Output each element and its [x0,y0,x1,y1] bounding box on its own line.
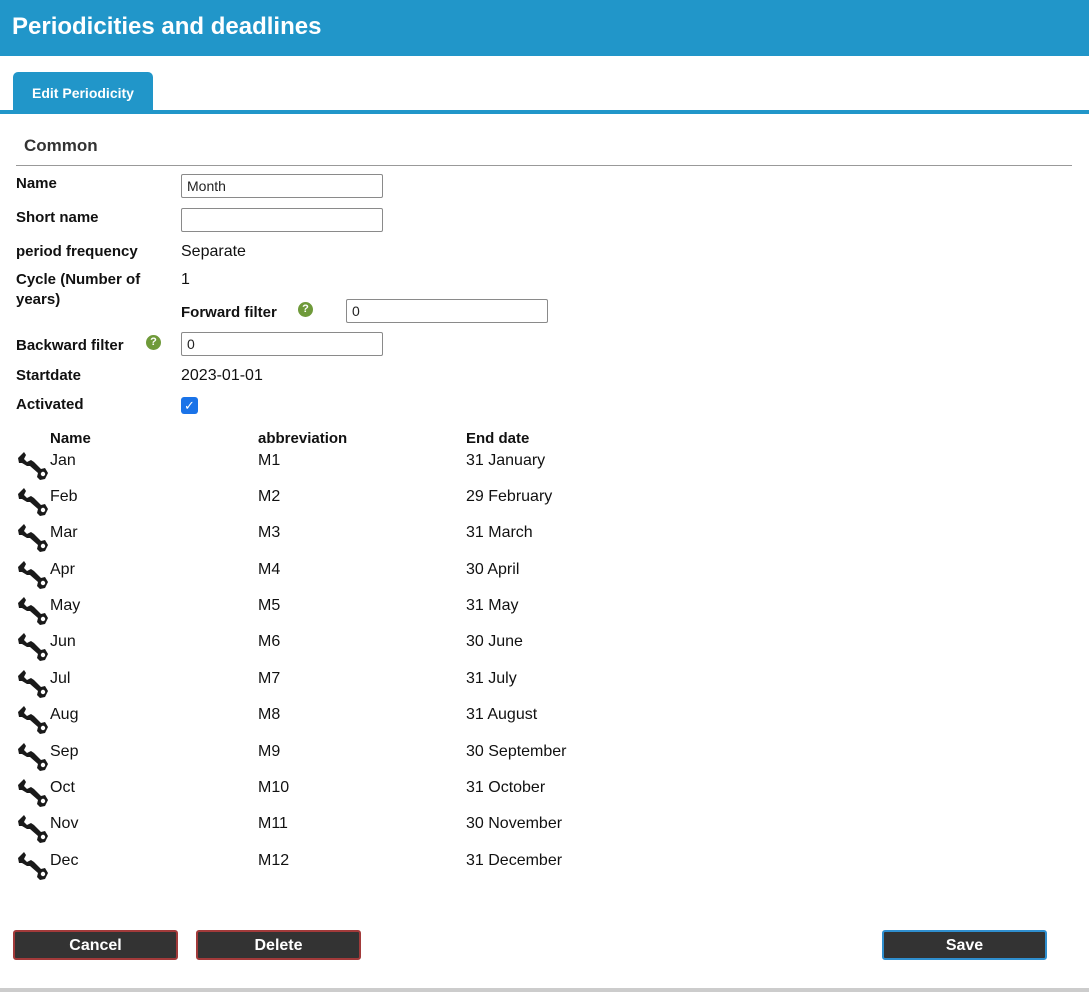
page-title: Periodicities and deadlines [12,13,322,40]
period-abbreviation: M4 [258,561,281,578]
wrench-icon[interactable] [16,451,49,481]
backward-filter-help-icon[interactable]: ? [146,335,161,350]
column-header-end-date: End date [466,430,530,447]
cycle-label: Cycle (Number of years) [16,271,141,308]
period-end-date: 31 May [466,597,519,614]
cycle-value: 1 [181,271,190,288]
period-abbreviation: M8 [258,706,281,723]
period-abbreviation: M11 [258,815,288,832]
wrench-icon[interactable] [16,851,49,881]
period-name: Apr [50,561,75,578]
table-row: May M5 31 May [0,596,700,632]
delete-button[interactable]: Delete [196,930,361,960]
tab-underline [0,110,1089,114]
period-end-date: 30 November [466,815,563,832]
wrench-icon[interactable] [16,778,49,808]
table-row: Jan M1 31 January [0,451,700,487]
period-name: Oct [50,779,75,796]
period-abbreviation: M7 [258,670,281,687]
table-row: Mar M3 31 March [0,523,700,559]
period-abbreviation: M9 [258,743,281,760]
wrench-icon[interactable] [16,523,49,553]
period-name: Aug [50,706,79,723]
period-abbreviation: M2 [258,488,281,505]
wrench-icon[interactable] [16,669,49,699]
period-end-date: 31 December [466,852,563,869]
page-header: Periodicities and deadlines [0,0,1089,56]
section-divider [16,165,1072,166]
forward-filter-label: Forward filter [181,304,277,321]
period-frequency-value: Separate [181,243,246,260]
wrench-icon[interactable] [16,742,49,772]
period-name: Jan [50,452,76,469]
period-name: Jul [50,670,71,687]
wrench-icon[interactable] [16,596,49,626]
period-abbreviation: M10 [258,779,290,796]
save-button[interactable]: Save [882,930,1047,960]
period-abbreviation: M6 [258,633,281,650]
wrench-icon[interactable] [16,814,49,844]
wrench-icon[interactable] [16,705,49,735]
startdate-value: 2023-01-01 [181,367,263,384]
period-end-date: 31 July [466,670,517,687]
period-abbreviation: M12 [258,852,290,869]
table-row: Dec M12 31 December [0,851,700,887]
period-name: Sep [50,743,79,760]
period-abbreviation: M3 [258,524,281,541]
table-row: Sep M9 30 September [0,742,700,778]
period-end-date: 31 October [466,779,546,796]
table-row: Nov M11 30 November [0,814,700,850]
period-frequency-label: period frequency [16,243,138,260]
period-end-date: 31 March [466,524,533,541]
section-title-common: Common [24,136,98,155]
backward-filter-input[interactable] [181,332,383,356]
startdate-label: Startdate [16,367,82,384]
period-name: May [50,597,81,614]
table-row: Jul M7 31 July [0,669,700,705]
activated-label: Activated [16,396,84,413]
forward-filter-input[interactable] [346,299,548,323]
table-row: Apr M4 30 April [0,560,700,596]
footer-bar [0,988,1089,992]
period-name: Dec [50,852,79,869]
table-row: Jun M6 30 June [0,632,700,668]
period-abbreviation: M1 [258,452,281,469]
period-end-date: 30 June [466,633,523,650]
activated-checkbox[interactable]: ✓ [181,397,198,414]
period-abbreviation: M5 [258,597,281,614]
short-name-label: Short name [16,209,99,226]
table-row: Oct M10 31 October [0,778,700,814]
wrench-icon[interactable] [16,487,49,517]
period-name: Feb [50,488,78,505]
forward-filter-help-icon[interactable]: ? [298,302,313,317]
column-header-abbreviation: abbreviation [258,430,348,447]
table-row: Feb M2 29 February [0,487,700,523]
period-end-date: 30 April [466,561,520,578]
name-label: Name [16,175,57,192]
wrench-icon[interactable] [16,560,49,590]
period-name: Jun [50,633,76,650]
period-end-date: 31 January [466,452,546,469]
period-name: Mar [50,524,78,541]
backward-filter-label: Backward filter [16,337,124,354]
short-name-input[interactable] [181,208,383,232]
cancel-button[interactable]: Cancel [13,930,178,960]
period-end-date: 29 February [466,488,553,505]
period-end-date: 30 September [466,743,567,760]
period-end-date: 31 August [466,706,538,723]
table-row: Aug M8 31 August [0,705,700,741]
wrench-icon[interactable] [16,632,49,662]
name-input[interactable] [181,174,383,198]
tab-edit-periodicity[interactable]: Edit Periodicity [13,72,153,112]
column-header-name: Name [50,430,91,447]
period-name: Nov [50,815,79,832]
